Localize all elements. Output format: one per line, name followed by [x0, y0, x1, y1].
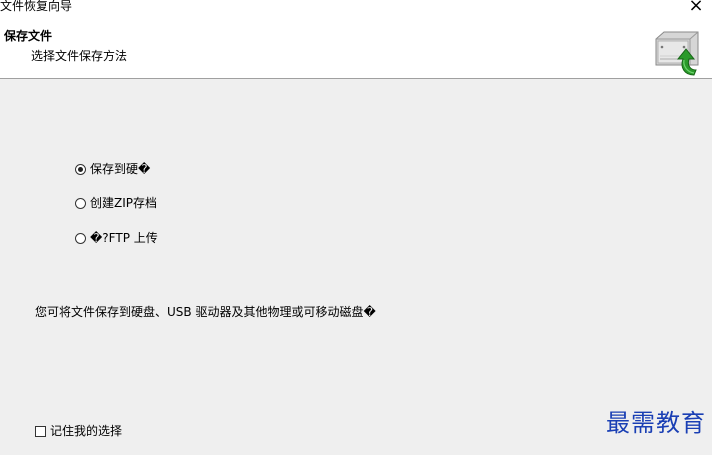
title-bar: 文件恢复向导 × [0, 0, 712, 15]
file-recovery-wizard-window: 文件恢复向导 × 保存文件 选择文件保存方法 保存到硬� 创建ZIP存档 �?F… [0, 0, 728, 455]
option-label: 创建ZIP存档 [90, 196, 157, 210]
page-title: 保存文件 [4, 29, 53, 43]
close-button[interactable]: × [684, 0, 708, 15]
page-subtitle: 选择文件保存方法 [31, 49, 128, 63]
checkbox-label: 记住我的选择 [50, 424, 123, 438]
window-title: 文件恢复向导 [0, 0, 73, 13]
option-label: 保存到硬� [90, 162, 151, 176]
option-save-to-disk[interactable]: 保存到硬� [75, 160, 150, 178]
radio-button[interactable] [75, 197, 86, 209]
hard-drive-icon [655, 31, 699, 76]
radio-button[interactable] [75, 232, 86, 244]
option-create-zip[interactable]: 创建ZIP存档 [75, 194, 157, 212]
option-label: �?FTP 上传 [90, 231, 158, 245]
radio-button-selected[interactable] [75, 163, 86, 175]
checkbox[interactable] [35, 425, 46, 437]
option-description: 您可将文件保存到硬盘、USB 驱动器及其他物理或可移动磁盘� [35, 305, 376, 319]
window-right-edge [712, 0, 728, 455]
option-ftp-upload[interactable]: �?FTP 上传 [75, 229, 158, 247]
watermark-text: 最需教育 [606, 409, 706, 437]
remember-choice-checkbox[interactable]: 记住我的选择 [35, 423, 122, 439]
wizard-header: 保存文件 选择文件保存方法 [0, 14, 712, 79]
